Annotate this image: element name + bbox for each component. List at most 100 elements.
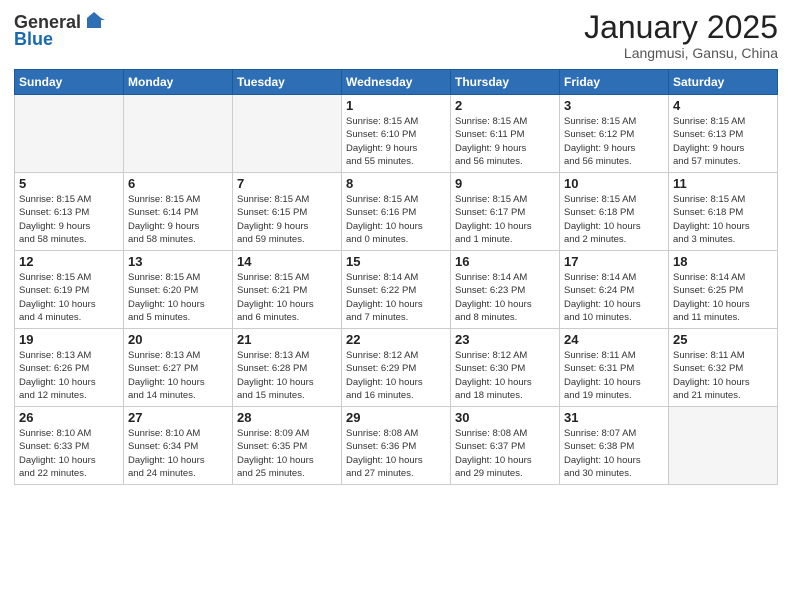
month-title: January 2025 (584, 10, 778, 45)
calendar-cell: 15 Sunrise: 8:14 AM Sunset: 6:22 PM Dayli… (342, 251, 451, 329)
day-info: Sunrise: 8:09 AM Sunset: 6:35 PM Dayligh… (237, 427, 337, 480)
calendar-cell: 2Sunrise: 8:15 AM Sunset: 6:11 PM Daylig… (451, 95, 560, 173)
day-info: Sunrise: 8:15 AM Sunset: 6:18 PM Dayligh… (564, 193, 664, 246)
calendar-week-1: 1 Sunrise: 8:15 AM Sunset: 6:10 PM Daylig… (15, 95, 778, 173)
calendar-cell: 6 Sunrise: 8:15 AM Sunset: 6:14 PM Daylig… (124, 173, 233, 251)
day-number: 15 (346, 254, 446, 269)
day-number: 17 (564, 254, 664, 269)
day-number: 14 (237, 254, 337, 269)
weekday-header-tuesday: Tuesday (233, 70, 342, 95)
day-info: Sunrise: 8:12 AM Sunset: 6:30 PM Dayligh… (455, 349, 555, 402)
day-number: 22 (346, 332, 446, 347)
day-number: 18 (673, 254, 773, 269)
calendar-cell (669, 407, 778, 485)
logo-blue-text: Blue (14, 30, 53, 48)
weekday-header-row: SundayMondayTuesdayWednesdayThursdayFrid… (15, 70, 778, 95)
calendar-cell: 30Sunrise: 8:08 AM Sunset: 6:37 PM Dayli… (451, 407, 560, 485)
day-number: 8 (346, 176, 446, 191)
day-info: Sunrise: 8:14 AM Sunset: 6:25 PM Dayligh… (673, 271, 773, 324)
calendar-cell: 31 Sunrise: 8:07 AM Sunset: 6:38 PM Dayli… (560, 407, 669, 485)
calendar-cell: 8 Sunrise: 8:15 AM Sunset: 6:16 PM Daylig… (342, 173, 451, 251)
calendar-cell: 17 Sunrise: 8:14 AM Sunset: 6:24 PM Dayli… (560, 251, 669, 329)
calendar-cell: 20 Sunrise: 8:13 AM Sunset: 6:27 PM Dayli… (124, 329, 233, 407)
calendar-cell: 23Sunrise: 8:12 AM Sunset: 6:30 PM Dayli… (451, 329, 560, 407)
calendar-week-5: 26 Sunrise: 8:10 AM Sunset: 6:33 PM Dayli… (15, 407, 778, 485)
calendar-cell: 21 Sunrise: 8:13 AM Sunset: 6:28 PM Dayli… (233, 329, 342, 407)
calendar-cell: 24 Sunrise: 8:11 AM Sunset: 6:31 PM Dayli… (560, 329, 669, 407)
day-info: Sunrise: 8:15 AM Sunset: 6:11 PM Dayligh… (455, 115, 555, 168)
day-info: Sunrise: 8:15 AM Sunset: 6:14 PM Dayligh… (128, 193, 228, 246)
weekday-header-monday: Monday (124, 70, 233, 95)
calendar-cell (233, 95, 342, 173)
calendar-cell: 10Sunrise: 8:15 AM Sunset: 6:18 PM Dayli… (560, 173, 669, 251)
day-number: 12 (19, 254, 119, 269)
day-number: 4 (673, 98, 773, 113)
weekday-header-friday: Friday (560, 70, 669, 95)
day-number: 9 (455, 176, 555, 191)
day-info: Sunrise: 8:12 AM Sunset: 6:29 PM Dayligh… (346, 349, 446, 402)
day-number: 5 (19, 176, 119, 191)
weekday-header-saturday: Saturday (669, 70, 778, 95)
day-info: Sunrise: 8:15 AM Sunset: 6:13 PM Dayligh… (673, 115, 773, 168)
weekday-header-thursday: Thursday (451, 70, 560, 95)
calendar-cell: 9Sunrise: 8:15 AM Sunset: 6:17 PM Daylig… (451, 173, 560, 251)
day-info: Sunrise: 8:15 AM Sunset: 6:21 PM Dayligh… (237, 271, 337, 324)
calendar-week-2: 5 Sunrise: 8:15 AM Sunset: 6:13 PM Daylig… (15, 173, 778, 251)
day-info: Sunrise: 8:13 AM Sunset: 6:27 PM Dayligh… (128, 349, 228, 402)
day-info: Sunrise: 8:10 AM Sunset: 6:33 PM Dayligh… (19, 427, 119, 480)
calendar-cell: 16 Sunrise: 8:14 AM Sunset: 6:23 PM Dayli… (451, 251, 560, 329)
calendar-week-4: 19Sunrise: 8:13 AM Sunset: 6:26 PM Dayli… (15, 329, 778, 407)
calendar-cell: 19Sunrise: 8:13 AM Sunset: 6:26 PM Dayli… (15, 329, 124, 407)
day-number: 21 (237, 332, 337, 347)
day-info: Sunrise: 8:13 AM Sunset: 6:28 PM Dayligh… (237, 349, 337, 402)
day-info: Sunrise: 8:15 AM Sunset: 6:20 PM Dayligh… (128, 271, 228, 324)
day-number: 7 (237, 176, 337, 191)
day-info: Sunrise: 8:07 AM Sunset: 6:38 PM Dayligh… (564, 427, 664, 480)
calendar-cell: 14 Sunrise: 8:15 AM Sunset: 6:21 PM Dayli… (233, 251, 342, 329)
location-subtitle: Langmusi, Gansu, China (584, 45, 778, 61)
day-info: Sunrise: 8:15 AM Sunset: 6:19 PM Dayligh… (19, 271, 119, 324)
calendar-table: SundayMondayTuesdayWednesdayThursdayFrid… (14, 69, 778, 485)
day-info: Sunrise: 8:10 AM Sunset: 6:34 PM Dayligh… (128, 427, 228, 480)
calendar-cell: 29Sunrise: 8:08 AM Sunset: 6:36 PM Dayli… (342, 407, 451, 485)
day-number: 26 (19, 410, 119, 425)
day-info: Sunrise: 8:14 AM Sunset: 6:22 PM Dayligh… (346, 271, 446, 324)
calendar-cell: 28 Sunrise: 8:09 AM Sunset: 6:35 PM Dayli… (233, 407, 342, 485)
day-number: 28 (237, 410, 337, 425)
day-number: 20 (128, 332, 228, 347)
calendar-cell: 26 Sunrise: 8:10 AM Sunset: 6:33 PM Dayli… (15, 407, 124, 485)
calendar-cell: 18 Sunrise: 8:14 AM Sunset: 6:25 PM Dayli… (669, 251, 778, 329)
day-info: Sunrise: 8:15 AM Sunset: 6:10 PM Dayligh… (346, 115, 446, 168)
calendar-cell: 3 Sunrise: 8:15 AM Sunset: 6:12 PM Daylig… (560, 95, 669, 173)
header: General Blue January 2025 Langmusi, Gans… (14, 10, 778, 61)
calendar-cell: 12 Sunrise: 8:15 AM Sunset: 6:19 PM Dayli… (15, 251, 124, 329)
day-info: Sunrise: 8:15 AM Sunset: 6:12 PM Dayligh… (564, 115, 664, 168)
day-number: 31 (564, 410, 664, 425)
day-number: 30 (455, 410, 555, 425)
calendar-cell (15, 95, 124, 173)
title-block: January 2025 Langmusi, Gansu, China (584, 10, 778, 61)
day-number: 11 (673, 176, 773, 191)
calendar-cell (124, 95, 233, 173)
day-info: Sunrise: 8:13 AM Sunset: 6:26 PM Dayligh… (19, 349, 119, 402)
calendar-cell: 27Sunrise: 8:10 AM Sunset: 6:34 PM Dayli… (124, 407, 233, 485)
calendar-week-3: 12 Sunrise: 8:15 AM Sunset: 6:19 PM Dayli… (15, 251, 778, 329)
day-info: Sunrise: 8:14 AM Sunset: 6:23 PM Dayligh… (455, 271, 555, 324)
day-number: 3 (564, 98, 664, 113)
calendar-cell: 13 Sunrise: 8:15 AM Sunset: 6:20 PM Dayli… (124, 251, 233, 329)
logo: General Blue (14, 10, 105, 48)
calendar-cell: 4 Sunrise: 8:15 AM Sunset: 6:13 PM Daylig… (669, 95, 778, 173)
day-info: Sunrise: 8:14 AM Sunset: 6:24 PM Dayligh… (564, 271, 664, 324)
day-number: 1 (346, 98, 446, 113)
calendar-cell: 7Sunrise: 8:15 AM Sunset: 6:15 PM Daylig… (233, 173, 342, 251)
calendar-cell: 11 Sunrise: 8:15 AM Sunset: 6:18 PM Dayli… (669, 173, 778, 251)
day-info: Sunrise: 8:11 AM Sunset: 6:31 PM Dayligh… (564, 349, 664, 402)
day-number: 6 (128, 176, 228, 191)
day-info: Sunrise: 8:15 AM Sunset: 6:13 PM Dayligh… (19, 193, 119, 246)
day-number: 13 (128, 254, 228, 269)
day-info: Sunrise: 8:15 AM Sunset: 6:18 PM Dayligh… (673, 193, 773, 246)
day-number: 16 (455, 254, 555, 269)
day-info: Sunrise: 8:11 AM Sunset: 6:32 PM Dayligh… (673, 349, 773, 402)
day-number: 24 (564, 332, 664, 347)
day-info: Sunrise: 8:15 AM Sunset: 6:16 PM Dayligh… (346, 193, 446, 246)
